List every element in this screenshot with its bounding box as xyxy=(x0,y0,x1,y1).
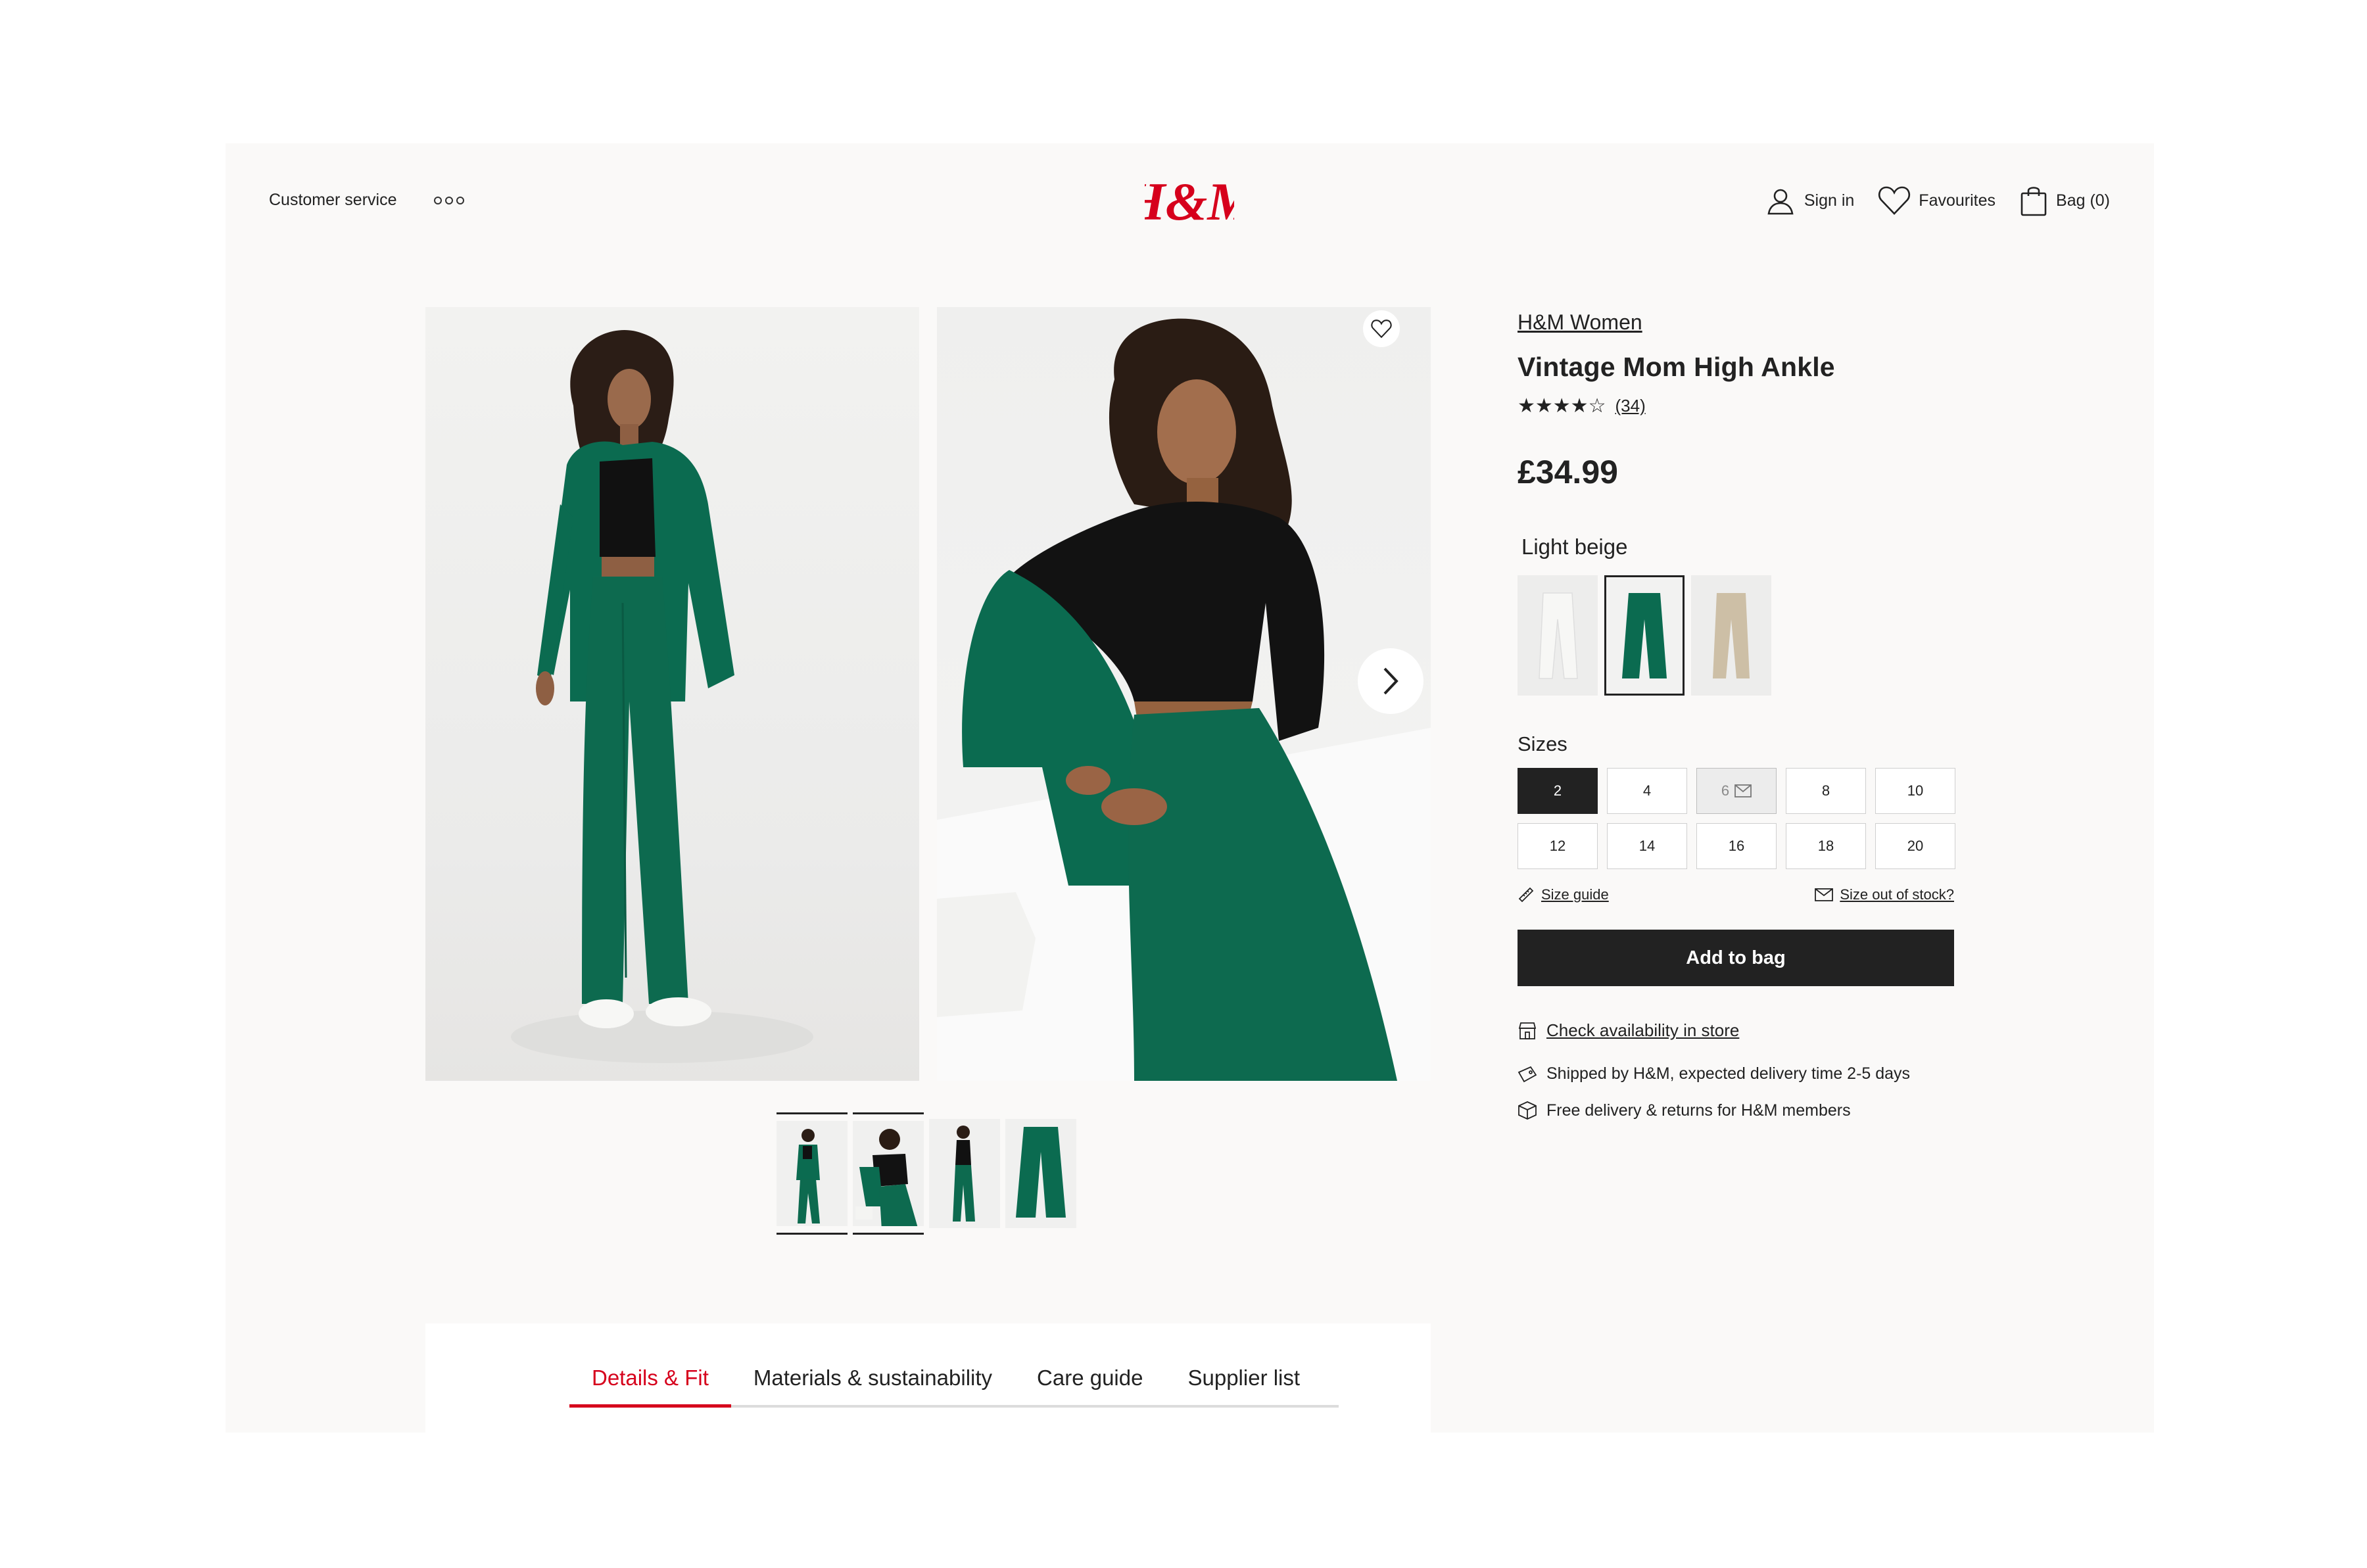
size-links: Size guide Size out of stock? xyxy=(1518,886,1954,903)
size-option[interactable]: 6 xyxy=(1696,768,1777,814)
size-grid: 2 4 6 8 10 12 14 16 18 20 xyxy=(1518,768,1955,869)
header-right: Sign in Favourites Bag (0) xyxy=(1765,184,2110,217)
size-out-of-stock-label: Size out of stock? xyxy=(1840,886,1954,903)
shipping-info: Shipped by H&M, expected delivery time 2… xyxy=(1518,1064,1955,1083)
thumbnail-4-image xyxy=(1016,1127,1066,1218)
image-favourite-button[interactable] xyxy=(1363,310,1400,347)
heart-icon xyxy=(1878,186,1911,215)
swatch-white[interactable] xyxy=(1518,575,1598,696)
heart-icon xyxy=(1371,320,1392,339)
size-option[interactable]: 2 xyxy=(1518,768,1598,814)
beige-trousers-image xyxy=(1713,592,1750,678)
svg-text:H&M: H&M xyxy=(1145,172,1234,231)
model-standing-illustration xyxy=(511,329,813,1063)
size-option[interactable]: 20 xyxy=(1875,823,1955,869)
swatch-beige[interactable] xyxy=(1691,575,1771,696)
thumbnail-1-image xyxy=(796,1129,820,1224)
size-label: 18 xyxy=(1817,838,1834,854)
color-name: Light beige xyxy=(1521,535,1628,559)
size-out-of-stock-link[interactable]: Size out of stock? xyxy=(1815,886,1954,903)
size-option[interactable]: 18 xyxy=(1786,823,1866,869)
brand-link[interactable]: H&M Women xyxy=(1518,310,1642,335)
review-count-link[interactable]: (34) xyxy=(1615,396,1645,416)
sign-in-label: Sign in xyxy=(1804,191,1855,210)
size-option[interactable]: 4 xyxy=(1607,768,1687,814)
thumbnail-strip xyxy=(777,1112,1076,1235)
bag-button[interactable]: Bag (0) xyxy=(2019,184,2110,217)
product-image-1[interactable] xyxy=(425,307,919,1081)
details-tabs-panel: Details & Fit Materials & sustainability… xyxy=(425,1323,1431,1433)
envelope-icon xyxy=(1734,784,1752,797)
check-availability-link[interactable]: Check availability in store xyxy=(1518,1020,1955,1041)
white-trousers-image xyxy=(1539,592,1578,679)
product-title: Vintage Mom High Ankle xyxy=(1518,352,1835,382)
size-label: 6 xyxy=(1721,782,1730,799)
thumbnail-2[interactable] xyxy=(853,1112,924,1235)
size-label: 4 xyxy=(1642,782,1652,799)
product-image-2[interactable] xyxy=(937,307,1431,1081)
size-label: 14 xyxy=(1638,838,1656,854)
sign-in-button[interactable]: Sign in xyxy=(1765,185,1854,216)
size-option[interactable]: 16 xyxy=(1696,823,1777,869)
envelope-icon xyxy=(1815,888,1834,901)
size-label: 20 xyxy=(1907,838,1924,854)
size-label: 12 xyxy=(1549,838,1566,854)
size-label: 10 xyxy=(1907,782,1924,799)
delivery-tag-icon xyxy=(1518,1066,1537,1082)
tab-supplier-list[interactable]: Supplier list xyxy=(1165,1363,1322,1405)
free-delivery-info: Free delivery & returns for H&M members xyxy=(1518,1101,1955,1120)
thumbnail-2-image xyxy=(855,1129,918,1226)
size-label: 2 xyxy=(1553,782,1562,799)
header-left: Customer service xyxy=(269,191,464,210)
tab-details-fit[interactable]: Details & Fit xyxy=(569,1363,731,1408)
size-label: 8 xyxy=(1821,782,1830,799)
color-swatches xyxy=(1518,575,1955,696)
customer-service-link[interactable]: Customer service xyxy=(269,191,397,210)
green-trousers-image xyxy=(1622,592,1667,678)
tab-materials-sustainability[interactable]: Materials & sustainability xyxy=(731,1363,1015,1405)
sizes-label: Sizes xyxy=(1518,732,1567,755)
thumbnail-1[interactable] xyxy=(777,1112,848,1235)
model-seated-illustration xyxy=(937,318,1431,1081)
star-rating: ★★★★☆ xyxy=(1518,394,1606,417)
ruler-icon xyxy=(1518,887,1534,903)
thumbnail-3-image xyxy=(953,1126,975,1222)
hm-logo[interactable]: H&M xyxy=(1145,168,1234,234)
bag-label: Bag (0) xyxy=(2056,191,2110,210)
size-option[interactable]: 10 xyxy=(1875,768,1955,814)
price: £34.99 xyxy=(1518,454,1618,490)
add-to-bag-button[interactable]: Add to bag xyxy=(1518,930,1954,986)
tab-care-guide[interactable]: Care guide xyxy=(1015,1363,1165,1405)
size-option[interactable]: 14 xyxy=(1607,823,1687,869)
product-info: H&M Women Vintage Mom High Ankle ★★★★☆ (… xyxy=(1518,310,1955,1120)
next-image-button[interactable] xyxy=(1358,648,1423,714)
size-guide-label: Size guide xyxy=(1541,886,1609,903)
size-option[interactable]: 12 xyxy=(1518,823,1598,869)
shipping-text: Shipped by H&M, expected delivery time 2… xyxy=(1546,1064,1911,1083)
thumbnail-4[interactable] xyxy=(1005,1112,1076,1235)
shopping-bag-icon xyxy=(2020,187,2047,216)
size-option[interactable]: 8 xyxy=(1786,768,1866,814)
tab-bar: Details & Fit Materials & sustainability… xyxy=(569,1363,1339,1408)
package-icon xyxy=(1518,1101,1537,1120)
thumbnail-3[interactable] xyxy=(929,1112,1000,1235)
chevron-right-icon xyxy=(1383,667,1399,695)
rating: ★★★★☆ (34) xyxy=(1518,396,1955,416)
favourites-button[interactable]: Favourites xyxy=(1878,185,1996,216)
size-label: 16 xyxy=(1728,838,1745,854)
free-delivery-text: Free delivery & returns for H&M members xyxy=(1546,1101,1851,1120)
user-icon xyxy=(1767,189,1794,215)
product-page: Customer service H&M Sign in Favourites … xyxy=(226,143,2154,1433)
more-dots-icon[interactable] xyxy=(433,196,464,204)
favourites-label: Favourites xyxy=(1919,191,1996,210)
swatch-green[interactable] xyxy=(1604,575,1685,696)
size-guide-link[interactable]: Size guide xyxy=(1518,886,1609,903)
store-icon xyxy=(1518,1022,1537,1039)
check-availability-label: Check availability in store xyxy=(1546,1020,1740,1040)
